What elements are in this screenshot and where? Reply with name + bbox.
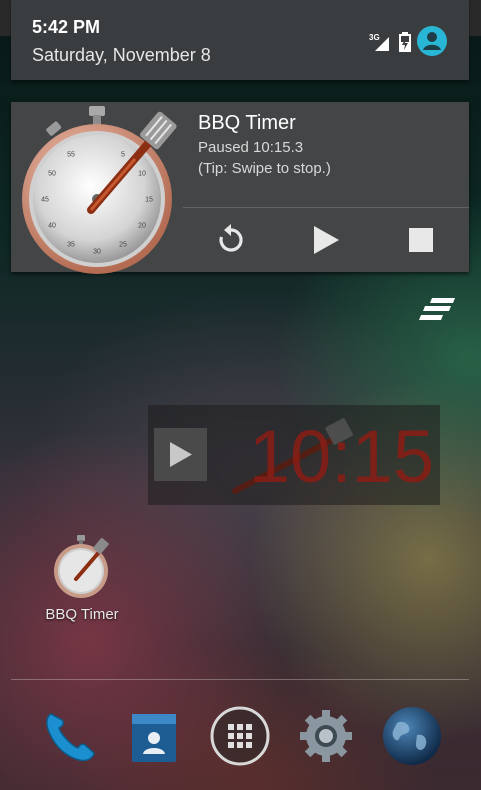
profile-icon[interactable]: [417, 26, 447, 56]
reset-icon: [219, 224, 243, 252]
dock: [0, 700, 481, 772]
notification-tip: (Tip: Swipe to stop.): [198, 160, 331, 177]
dial-number: 40: [48, 223, 56, 230]
settings-button[interactable]: [294, 704, 358, 768]
play-button[interactable]: [278, 208, 373, 272]
browser-icon: [383, 707, 441, 765]
stop-icon: [409, 228, 434, 252]
battery-icon: [399, 32, 411, 52]
signal-icon: 3G: [369, 29, 391, 53]
status-icons: 3G: [369, 24, 447, 58]
app-label: BBQ Timer: [45, 606, 119, 623]
notification-title: BBQ Timer: [198, 112, 296, 134]
dial-number: 35: [67, 242, 75, 249]
app-icon-bbq-timer[interactable]: BBQ Timer: [38, 535, 126, 623]
settings-icon: [300, 710, 352, 762]
dial-number: 15: [145, 197, 153, 204]
network-type-label: 3G: [369, 33, 380, 42]
contacts-icon: [132, 714, 176, 762]
clock-time: 5:42 PM: [32, 17, 101, 37]
dock-divider: [11, 679, 469, 680]
stop-button[interactable]: [374, 208, 469, 272]
dial-number: 30: [93, 249, 101, 256]
bbq-timer-widget[interactable]: 10:15: [148, 405, 440, 505]
notification-actions: [183, 208, 469, 272]
apps-icon: [210, 706, 270, 766]
dial-number: 25: [119, 242, 127, 249]
dial-number: 20: [138, 223, 146, 230]
notification-shade-header: 5:42 PM Saturday, November 8 3G: [11, 0, 469, 80]
contacts-button[interactable]: [122, 704, 186, 768]
phone-icon: [46, 713, 95, 762]
play-icon: [313, 226, 339, 254]
bbq-timer-notification[interactable]: 55 5 50 10 45 15 40 20 35 25 30 BBQ Timer Paused 1…: [11, 102, 469, 274]
widget-play-button[interactable]: [154, 428, 207, 481]
play-icon: [170, 442, 192, 467]
stopwatch-icon: [54, 535, 109, 598]
clock-date: Saturday, November 8: [32, 45, 211, 65]
phone-button[interactable]: [37, 704, 101, 768]
dial-number: 5: [121, 152, 125, 159]
widget-time-display: 10:15: [248, 415, 434, 498]
reset-button[interactable]: [183, 208, 278, 272]
stacked-bars-icon[interactable]: [419, 297, 457, 323]
dial-number: 45: [41, 197, 49, 204]
dial-number: 10: [138, 171, 146, 178]
stopwatch-icon: 55 550 1045 1540 2035 2530: [22, 106, 177, 274]
dial-number: 50: [48, 171, 56, 178]
browser-button[interactable]: [380, 704, 444, 768]
notification-status: Paused 10:15.3: [198, 139, 304, 156]
dial-number: 55: [67, 152, 75, 159]
app-drawer-button[interactable]: [208, 704, 272, 768]
